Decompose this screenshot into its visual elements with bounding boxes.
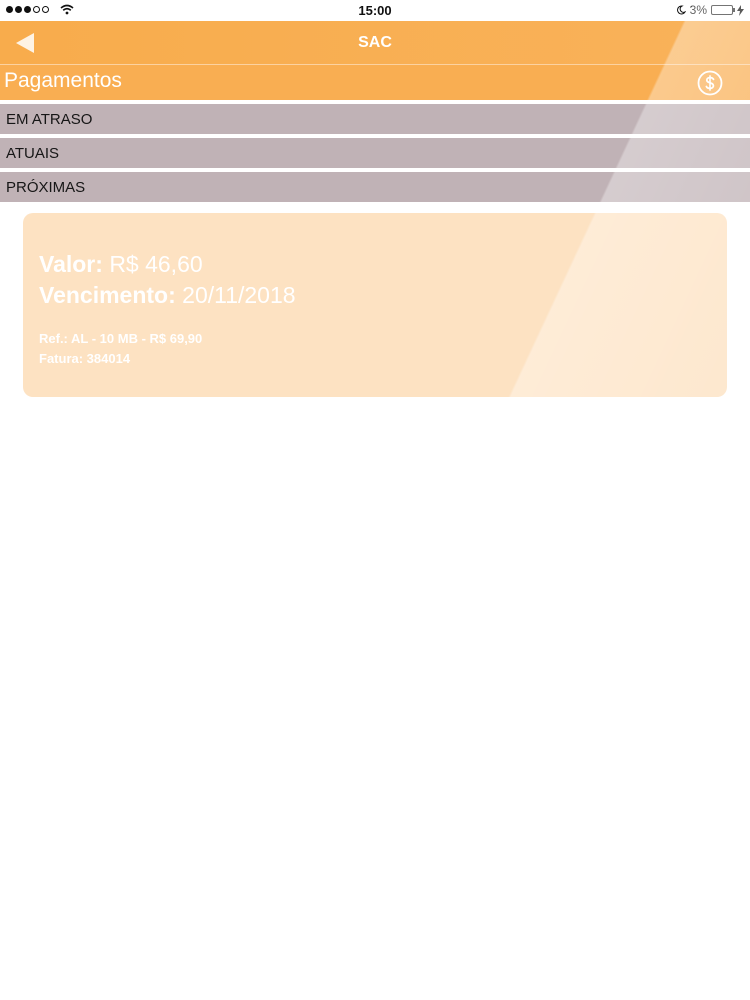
status-bar: 15:00 3% (0, 0, 750, 21)
tab-em-atraso[interactable]: EM ATRASO (0, 104, 750, 134)
section-title: Pagamentos (4, 69, 122, 92)
tab-atuais[interactable]: ATUAIS (0, 138, 750, 168)
vencimento-label: Vencimento: (39, 282, 176, 308)
status-right: 3% (676, 3, 744, 17)
section-header: Pagamentos (0, 64, 750, 100)
valor-row: Valor: R$ 46,60 (39, 251, 203, 278)
valor-label: Valor: (39, 251, 103, 277)
vencimento-row: Vencimento: 20/11/2018 (39, 282, 296, 309)
payment-tabs: EM ATRASO ATUAIS PRÓXIMAS (0, 104, 750, 206)
vencimento-value: 20/11/2018 (182, 282, 296, 308)
tab-proximas[interactable]: PRÓXIMAS (0, 172, 750, 202)
invoice-number: Fatura: 384014 (39, 351, 131, 366)
nav-bar: SAC (0, 21, 750, 64)
battery-percent: 3% (689, 3, 707, 17)
battery-icon (711, 5, 735, 15)
reference-text: Ref.: AL - 10 MB - R$ 69,90 (39, 331, 203, 346)
payment-card[interactable]: Valor: R$ 46,60 Vencimento: 20/11/2018 R… (23, 213, 727, 397)
moon-icon (676, 5, 686, 15)
nav-title: SAC (358, 34, 392, 51)
valor-value: R$ 46,60 (109, 251, 203, 277)
clock: 15:00 (358, 3, 392, 18)
dollar-circle-icon[interactable] (697, 70, 723, 96)
charging-icon (737, 4, 744, 16)
